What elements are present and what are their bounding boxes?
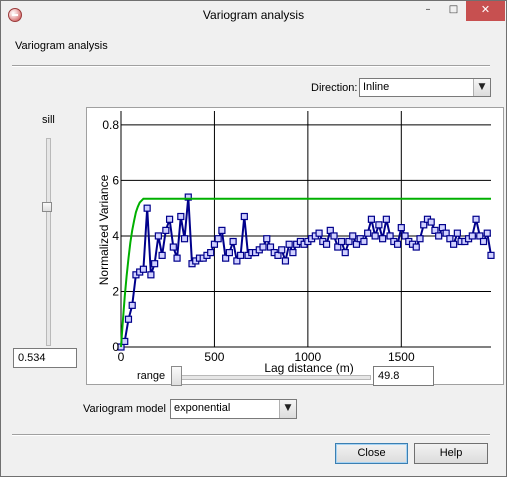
experimental-variogram-point: [225, 249, 233, 257]
experimental-variogram-point: [337, 237, 346, 246]
window-close-button[interactable]: ✕: [466, 1, 505, 21]
experimental-variogram-point: [364, 229, 372, 237]
direction-select[interactable]: Inline ▼: [359, 78, 491, 97]
range-slider-track[interactable]: [174, 375, 371, 380]
experimental-variogram-point: [154, 232, 162, 240]
experimental-variogram-point: [468, 232, 476, 240]
experimental-variogram-point: [289, 249, 297, 257]
y-axis-label: Normalized Variance: [97, 174, 111, 285]
experimental-variogram-point: [487, 251, 495, 259]
experimental-variogram-point: [180, 235, 189, 243]
experimental-variogram-point: [315, 229, 323, 237]
x-tick-label: 1500: [388, 350, 415, 364]
experimental-variogram-point: [285, 240, 293, 248]
experimental-variogram-point: [322, 240, 331, 248]
title-bar[interactable]: Variogram analysis – □ ✕: [1, 1, 506, 30]
variogram-chart: 0 500 1000 1500 0 2 4 6 0.8 Lag distance (m) Nor…: [86, 107, 504, 385]
experimental-variogram-point: [397, 224, 405, 232]
experimental-variogram-point: [393, 240, 402, 248]
sill-slider-track[interactable]: [46, 138, 51, 346]
range-label: range: [137, 370, 166, 382]
variogram-window: Variogram analysis – □ ✕ Variogram analy…: [0, 0, 507, 477]
experimental-variogram-point: [416, 235, 424, 243]
experimental-variogram-point: [169, 243, 177, 251]
y-tick-label: 0: [112, 340, 119, 354]
experimental-variogram-point: [450, 240, 458, 248]
chevron-down-icon[interactable]: ▼: [279, 400, 296, 418]
experimental-variogram-point: [367, 215, 376, 223]
experimental-variogram-point: [173, 254, 181, 262]
range-input[interactable]: 49.8: [373, 366, 434, 386]
experimental-variogram-point: [330, 232, 338, 240]
experimental-variogram-point: [229, 237, 237, 246]
y-tick-label: 2: [112, 284, 119, 298]
experimental-variogram-point: [371, 232, 379, 240]
experimental-variogram-point: [412, 243, 420, 251]
experimental-variogram-point: [139, 265, 148, 273]
maximize-button[interactable]: □: [441, 1, 466, 21]
experimental-variogram-point: [479, 237, 488, 246]
section-title: Variogram analysis: [15, 40, 108, 52]
direction-label: Direction:: [311, 82, 358, 94]
minimize-button[interactable]: –: [415, 1, 441, 21]
experimental-variogram-point: [121, 337, 129, 346]
experimental-variogram-point: [240, 212, 248, 221]
help-button[interactable]: Help: [414, 443, 488, 464]
range-slider-thumb[interactable]: [171, 366, 182, 386]
experimental-variogram-point: [453, 229, 461, 237]
experimental-variogram-point: [483, 229, 491, 237]
experimental-variogram-point: [427, 218, 435, 226]
experimental-variogram-point: [375, 221, 383, 229]
experimental-variogram-point: [207, 249, 215, 257]
experimental-variogram-point: [128, 301, 136, 309]
experimental-variogram-point: [158, 251, 166, 259]
experimental-variogram-point: [236, 251, 245, 259]
experimental-variogram-point: [165, 215, 174, 223]
experimental-variogram-point: [214, 235, 222, 243]
model-label: Variogram model: [83, 403, 166, 415]
experimental-variogram-point: [379, 235, 387, 243]
experimental-variogram-point: [472, 215, 480, 223]
experimental-variogram-point: [341, 249, 349, 257]
y-tick-label: 4: [112, 229, 119, 243]
experimental-variogram-point: [360, 237, 368, 246]
model-select[interactable]: exponential ▼: [170, 399, 297, 419]
experimental-variogram-point: [349, 232, 357, 240]
chart-svg: 0 500 1000 150002460.8 Lag distance (m) Nor…: [97, 111, 495, 375]
top-divider: [12, 65, 490, 67]
y-tick-label: 6: [112, 173, 119, 187]
x-tick-label: 500: [204, 350, 224, 364]
experimental-variogram-point: [177, 212, 185, 221]
experimental-variogram-point: [281, 257, 290, 265]
experimental-variogram-point: [278, 246, 286, 254]
experimental-variogram-point: [143, 204, 151, 212]
experimental-variogram-point: [435, 232, 443, 240]
bottom-divider: [12, 434, 490, 436]
experimental-variogram-point: [382, 215, 390, 223]
y-tick-label: 0.8: [102, 118, 119, 132]
model-value: exponential: [174, 402, 231, 414]
experimental-variogram-point: [147, 271, 155, 279]
experimental-variogram-point: [124, 315, 133, 323]
x-axis-label: Lag distance (m): [264, 361, 353, 375]
direction-value: Inline: [363, 81, 390, 93]
experimental-variogram-point: [263, 235, 271, 243]
sill-slider-thumb[interactable]: [42, 202, 52, 212]
dialog-body: Variogram analysis Direction: Inline ▼ s…: [8, 30, 504, 468]
close-button[interactable]: Close: [335, 443, 408, 464]
chevron-down-icon[interactable]: ▼: [473, 79, 490, 96]
sill-label: sill: [42, 114, 55, 126]
experimental-variogram-point: [162, 226, 170, 234]
sill-input[interactable]: 0.534: [13, 348, 77, 368]
experimental-variogram-point: [218, 226, 226, 234]
experimental-variogram-point: [151, 260, 159, 268]
experimental-variogram-point: [259, 243, 267, 251]
